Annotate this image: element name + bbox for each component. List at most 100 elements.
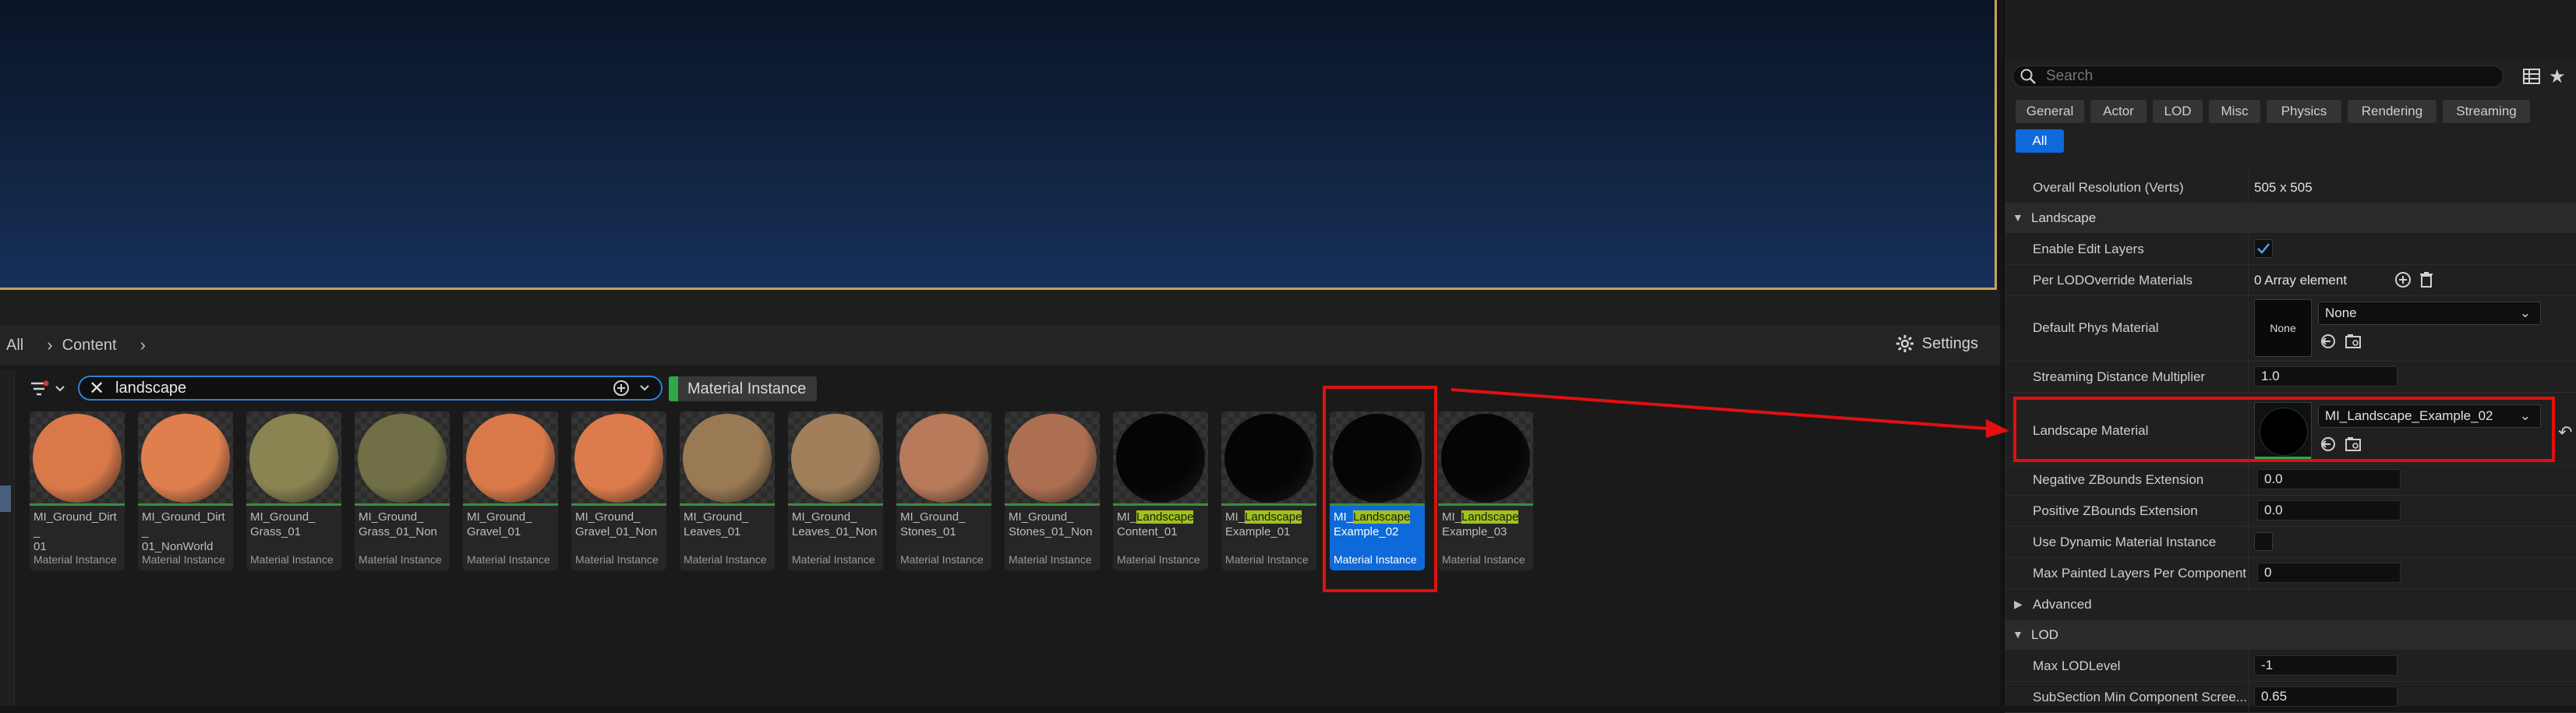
star-icon[interactable]: ★ bbox=[2549, 65, 2566, 88]
combo-value: None bbox=[2325, 305, 2357, 320]
asset-tile[interactable]: MI_Ground_ Gravel_01_Non Material Instance bbox=[571, 411, 666, 570]
divider bbox=[2248, 264, 2249, 295]
property-matrix-icon[interactable] bbox=[2522, 67, 2541, 86]
breadcrumb-all[interactable]: All bbox=[6, 337, 23, 355]
asset-type: Material Instance bbox=[359, 553, 442, 566]
divider bbox=[2248, 171, 2249, 203]
asset-tile[interactable]: MI_Ground_ Leaves_01_Non Material Instance bbox=[788, 411, 883, 570]
filter-chip-material-instance[interactable]: Material Instance bbox=[669, 376, 818, 401]
asset-tile[interactable]: MI_Landscape Example_01 Material Instance bbox=[1221, 411, 1316, 570]
asset-name: MI_Ground_ Gravel_01 bbox=[467, 510, 556, 539]
trash-icon[interactable] bbox=[2416, 270, 2436, 290]
prop-label: Enable Edit Layers bbox=[2033, 242, 2144, 256]
chevron-down-icon: ⌄ bbox=[2519, 305, 2531, 320]
asset-name-prefix: MI_ bbox=[1442, 510, 1462, 524]
close-icon[interactable]: ✕ bbox=[86, 377, 108, 399]
prop-negative-zbounds: Negative ZBounds Extension 0.0 bbox=[2005, 464, 2576, 496]
sources-selection bbox=[0, 485, 11, 512]
prop-enable-edit-layers: Enable Edit Layers bbox=[2005, 233, 2576, 265]
asset-tile[interactable]: MI_Ground_Dirt_ 01 Material Instance bbox=[30, 411, 125, 570]
positive-zbounds-input[interactable]: 0.0 bbox=[2257, 500, 2401, 521]
tab-lod[interactable]: LOD bbox=[2153, 100, 2203, 123]
tab-physics[interactable]: Physics bbox=[2267, 100, 2341, 123]
enable-edit-layers-checkbox[interactable] bbox=[2254, 239, 2273, 258]
asset-thumbnail bbox=[1438, 411, 1533, 506]
use-dynamic-mi-checkbox[interactable] bbox=[2254, 532, 2273, 551]
add-icon[interactable] bbox=[611, 378, 631, 398]
asset-name-line: 01_NonWorld bbox=[142, 540, 214, 553]
divider bbox=[2248, 650, 2249, 681]
filter-button[interactable] bbox=[30, 378, 72, 400]
max-painted-layers-input[interactable]: 0 bbox=[2257, 563, 2401, 583]
negative-zbounds-input[interactable]: 0.0 bbox=[2257, 469, 2401, 489]
asset-tile[interactable]: MI_Ground_ Leaves_01 Material Instance bbox=[680, 411, 775, 570]
asset-type: Material Instance bbox=[1225, 553, 1309, 566]
asset-name-line: Gravel_01 bbox=[467, 525, 521, 538]
chevron-down-icon: ▼ bbox=[2012, 211, 2023, 224]
asset-type: Material Instance bbox=[1442, 553, 1525, 566]
chevron-down-icon[interactable] bbox=[634, 378, 655, 398]
asset-name: MI_Ground_ Grass_01 bbox=[250, 510, 339, 539]
section-label: Landscape bbox=[2031, 210, 2097, 225]
details-search-input[interactable]: Search bbox=[2012, 65, 2504, 87]
streaming-distance-input[interactable]: 1.0 bbox=[2254, 366, 2398, 387]
asset-tile[interactable]: MI_Ground_ Grass_01 Material Instance bbox=[246, 411, 341, 570]
browse-folder-icon[interactable] bbox=[2343, 331, 2363, 351]
asset-name: MI_Ground_Dirt_ 01 bbox=[34, 510, 122, 554]
section-landscape[interactable]: ▼ Landscape bbox=[2005, 203, 2576, 233]
filter-icon bbox=[31, 380, 49, 396]
highlight-box-landscape-material bbox=[2013, 397, 2555, 462]
section-advanced[interactable]: ▶ Advanced bbox=[2005, 588, 2576, 620]
asset-name-line: MI_Ground_ bbox=[359, 510, 424, 524]
reset-to-default-icon[interactable]: ↶ bbox=[2558, 422, 2572, 443]
add-element-icon[interactable] bbox=[2393, 270, 2413, 290]
checkmark-icon bbox=[2257, 243, 2270, 254]
asset-thumbnail bbox=[1221, 411, 1316, 506]
asset-tile[interactable]: MI_Ground_ Stones_01_Non Material Instance bbox=[1005, 411, 1100, 570]
chevron-right-icon: ▶ bbox=[2014, 598, 2023, 610]
search-value[interactable]: landscape bbox=[115, 379, 611, 397]
section-lod[interactable]: ▼ LOD bbox=[2005, 619, 2576, 650]
max-lod-level-input[interactable]: -1 bbox=[2254, 655, 2398, 676]
tab-rendering[interactable]: Rendering bbox=[2348, 100, 2436, 123]
tab-general[interactable]: General bbox=[2016, 100, 2084, 123]
divider bbox=[2248, 526, 2249, 557]
sources-panel-collapsed[interactable] bbox=[0, 370, 15, 706]
material-sphere bbox=[141, 414, 230, 503]
breadcrumb-content[interactable]: Content bbox=[62, 337, 117, 355]
search-input[interactable]: ✕ landscape bbox=[78, 376, 663, 401]
tab-misc[interactable]: Misc bbox=[2209, 100, 2260, 123]
breadcrumb-separator-icon[interactable]: › bbox=[140, 335, 146, 355]
asset-name-line: MI_Ground_Dirt_ bbox=[142, 510, 225, 538]
tab-actor[interactable]: Actor bbox=[2090, 100, 2147, 123]
use-selected-icon[interactable] bbox=[2318, 331, 2338, 351]
content-browser: All › Content › Settings ✕ landscape Mat… bbox=[0, 325, 2000, 706]
level-viewport[interactable] bbox=[0, 0, 1997, 290]
settings-button[interactable]: Settings bbox=[1896, 334, 1978, 353]
asset-tile[interactable]: MI_Ground_ Grass_01_Non Material Instance bbox=[355, 411, 450, 570]
tab-all[interactable]: All bbox=[2016, 129, 2064, 153]
breadcrumb-separator-icon[interactable]: › bbox=[47, 335, 52, 355]
asset-tile[interactable]: MI_Ground_ Stones_01 Material Instance bbox=[896, 411, 991, 570]
material-sphere bbox=[1441, 414, 1530, 503]
asset-name-line: MI_Ground_Dirt_ bbox=[34, 510, 117, 538]
asset-thumbnail bbox=[138, 411, 233, 506]
asset-tile[interactable]: MI_Ground_ Gravel_01 Material Instance bbox=[463, 411, 558, 570]
asset-tile[interactable]: MI_Landscape Content_01 Material Instance bbox=[1113, 411, 1208, 570]
divider bbox=[2248, 464, 2249, 495]
chevron-down-icon bbox=[55, 386, 65, 392]
asset-thumbnail bbox=[571, 411, 666, 506]
asset-name-line: Grass_01 bbox=[250, 525, 302, 538]
asset-type: Material Instance bbox=[34, 553, 117, 566]
asset-tile[interactable]: MI_Ground_Dirt_ 01_NonWorld Material Insta… bbox=[138, 411, 233, 570]
phys-material-combo[interactable]: None ⌄ bbox=[2318, 302, 2541, 325]
prop-label: SubSection Min Component Scree... bbox=[2033, 690, 2247, 704]
subsection-min-input[interactable]: 0.65 bbox=[2254, 687, 2398, 707]
asset-tile[interactable]: MI_Landscape Example_03 Material Instance bbox=[1438, 411, 1533, 570]
phys-material-thumbnail[interactable]: None bbox=[2254, 299, 2312, 357]
material-sphere bbox=[791, 414, 880, 503]
section-label: Advanced bbox=[2033, 597, 2092, 612]
tab-streaming[interactable]: Streaming bbox=[2443, 100, 2530, 123]
prop-label: Per LODOverride Materials bbox=[2033, 273, 2193, 288]
viewport-divider bbox=[0, 290, 2000, 325]
